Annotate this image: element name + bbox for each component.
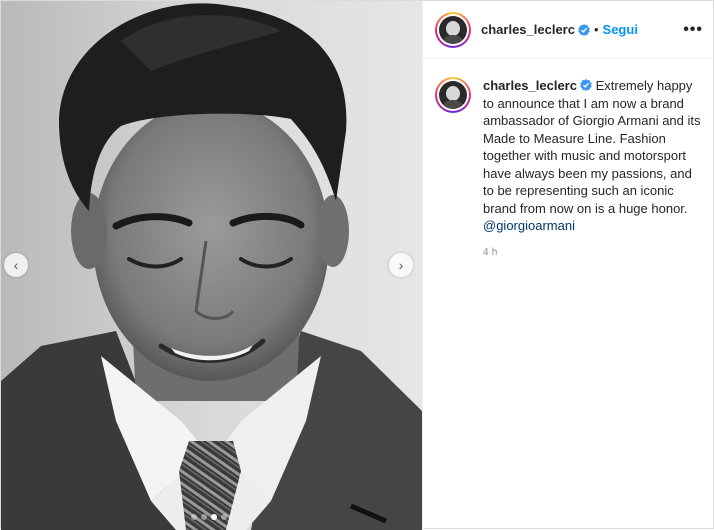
caption-comment: charles_leclerc Extremely happy to annou… bbox=[423, 59, 714, 261]
post-timestamp[interactable]: 4 h bbox=[483, 244, 703, 262]
verified-badge-icon bbox=[578, 23, 590, 36]
post-sidebar: charles_leclerc • Segui ••• charles_lecl… bbox=[422, 1, 714, 530]
caption-text: Extremely happy to announce that I am no… bbox=[483, 78, 701, 216]
carousel-dot bbox=[221, 514, 227, 520]
instagram-post: ‹ › charles_leclerc • Segui ••• charles_… bbox=[0, 0, 714, 530]
post-header: charles_leclerc • Segui ••• bbox=[423, 1, 714, 59]
mention-link[interactable]: @giorgioarmani bbox=[483, 218, 575, 233]
verified-badge-icon bbox=[580, 79, 592, 91]
caption-body: charles_leclerc Extremely happy to annou… bbox=[483, 77, 703, 261]
more-options-icon[interactable]: ••• bbox=[683, 21, 703, 39]
avatar[interactable] bbox=[439, 81, 467, 109]
carousel-dot bbox=[201, 514, 207, 520]
story-ring[interactable] bbox=[435, 77, 471, 113]
header-username[interactable]: charles_leclerc bbox=[481, 22, 575, 37]
header-separator: • bbox=[593, 22, 599, 37]
portrait-photo bbox=[1, 1, 422, 530]
story-ring[interactable] bbox=[435, 11, 471, 48]
follow-button[interactable]: Segui bbox=[603, 22, 638, 37]
carousel-indicator bbox=[191, 514, 227, 520]
carousel-next-button[interactable]: › bbox=[389, 253, 413, 277]
chevron-right-icon: › bbox=[398, 257, 404, 273]
carousel-dot bbox=[191, 514, 197, 520]
post-photo[interactable]: ‹ › bbox=[1, 1, 422, 530]
caption-username[interactable]: charles_leclerc bbox=[483, 78, 577, 93]
carousel-dot-active bbox=[211, 514, 217, 520]
avatar[interactable] bbox=[439, 15, 467, 44]
carousel-prev-button[interactable]: ‹ bbox=[4, 253, 28, 277]
chevron-left-icon: ‹ bbox=[13, 257, 19, 273]
